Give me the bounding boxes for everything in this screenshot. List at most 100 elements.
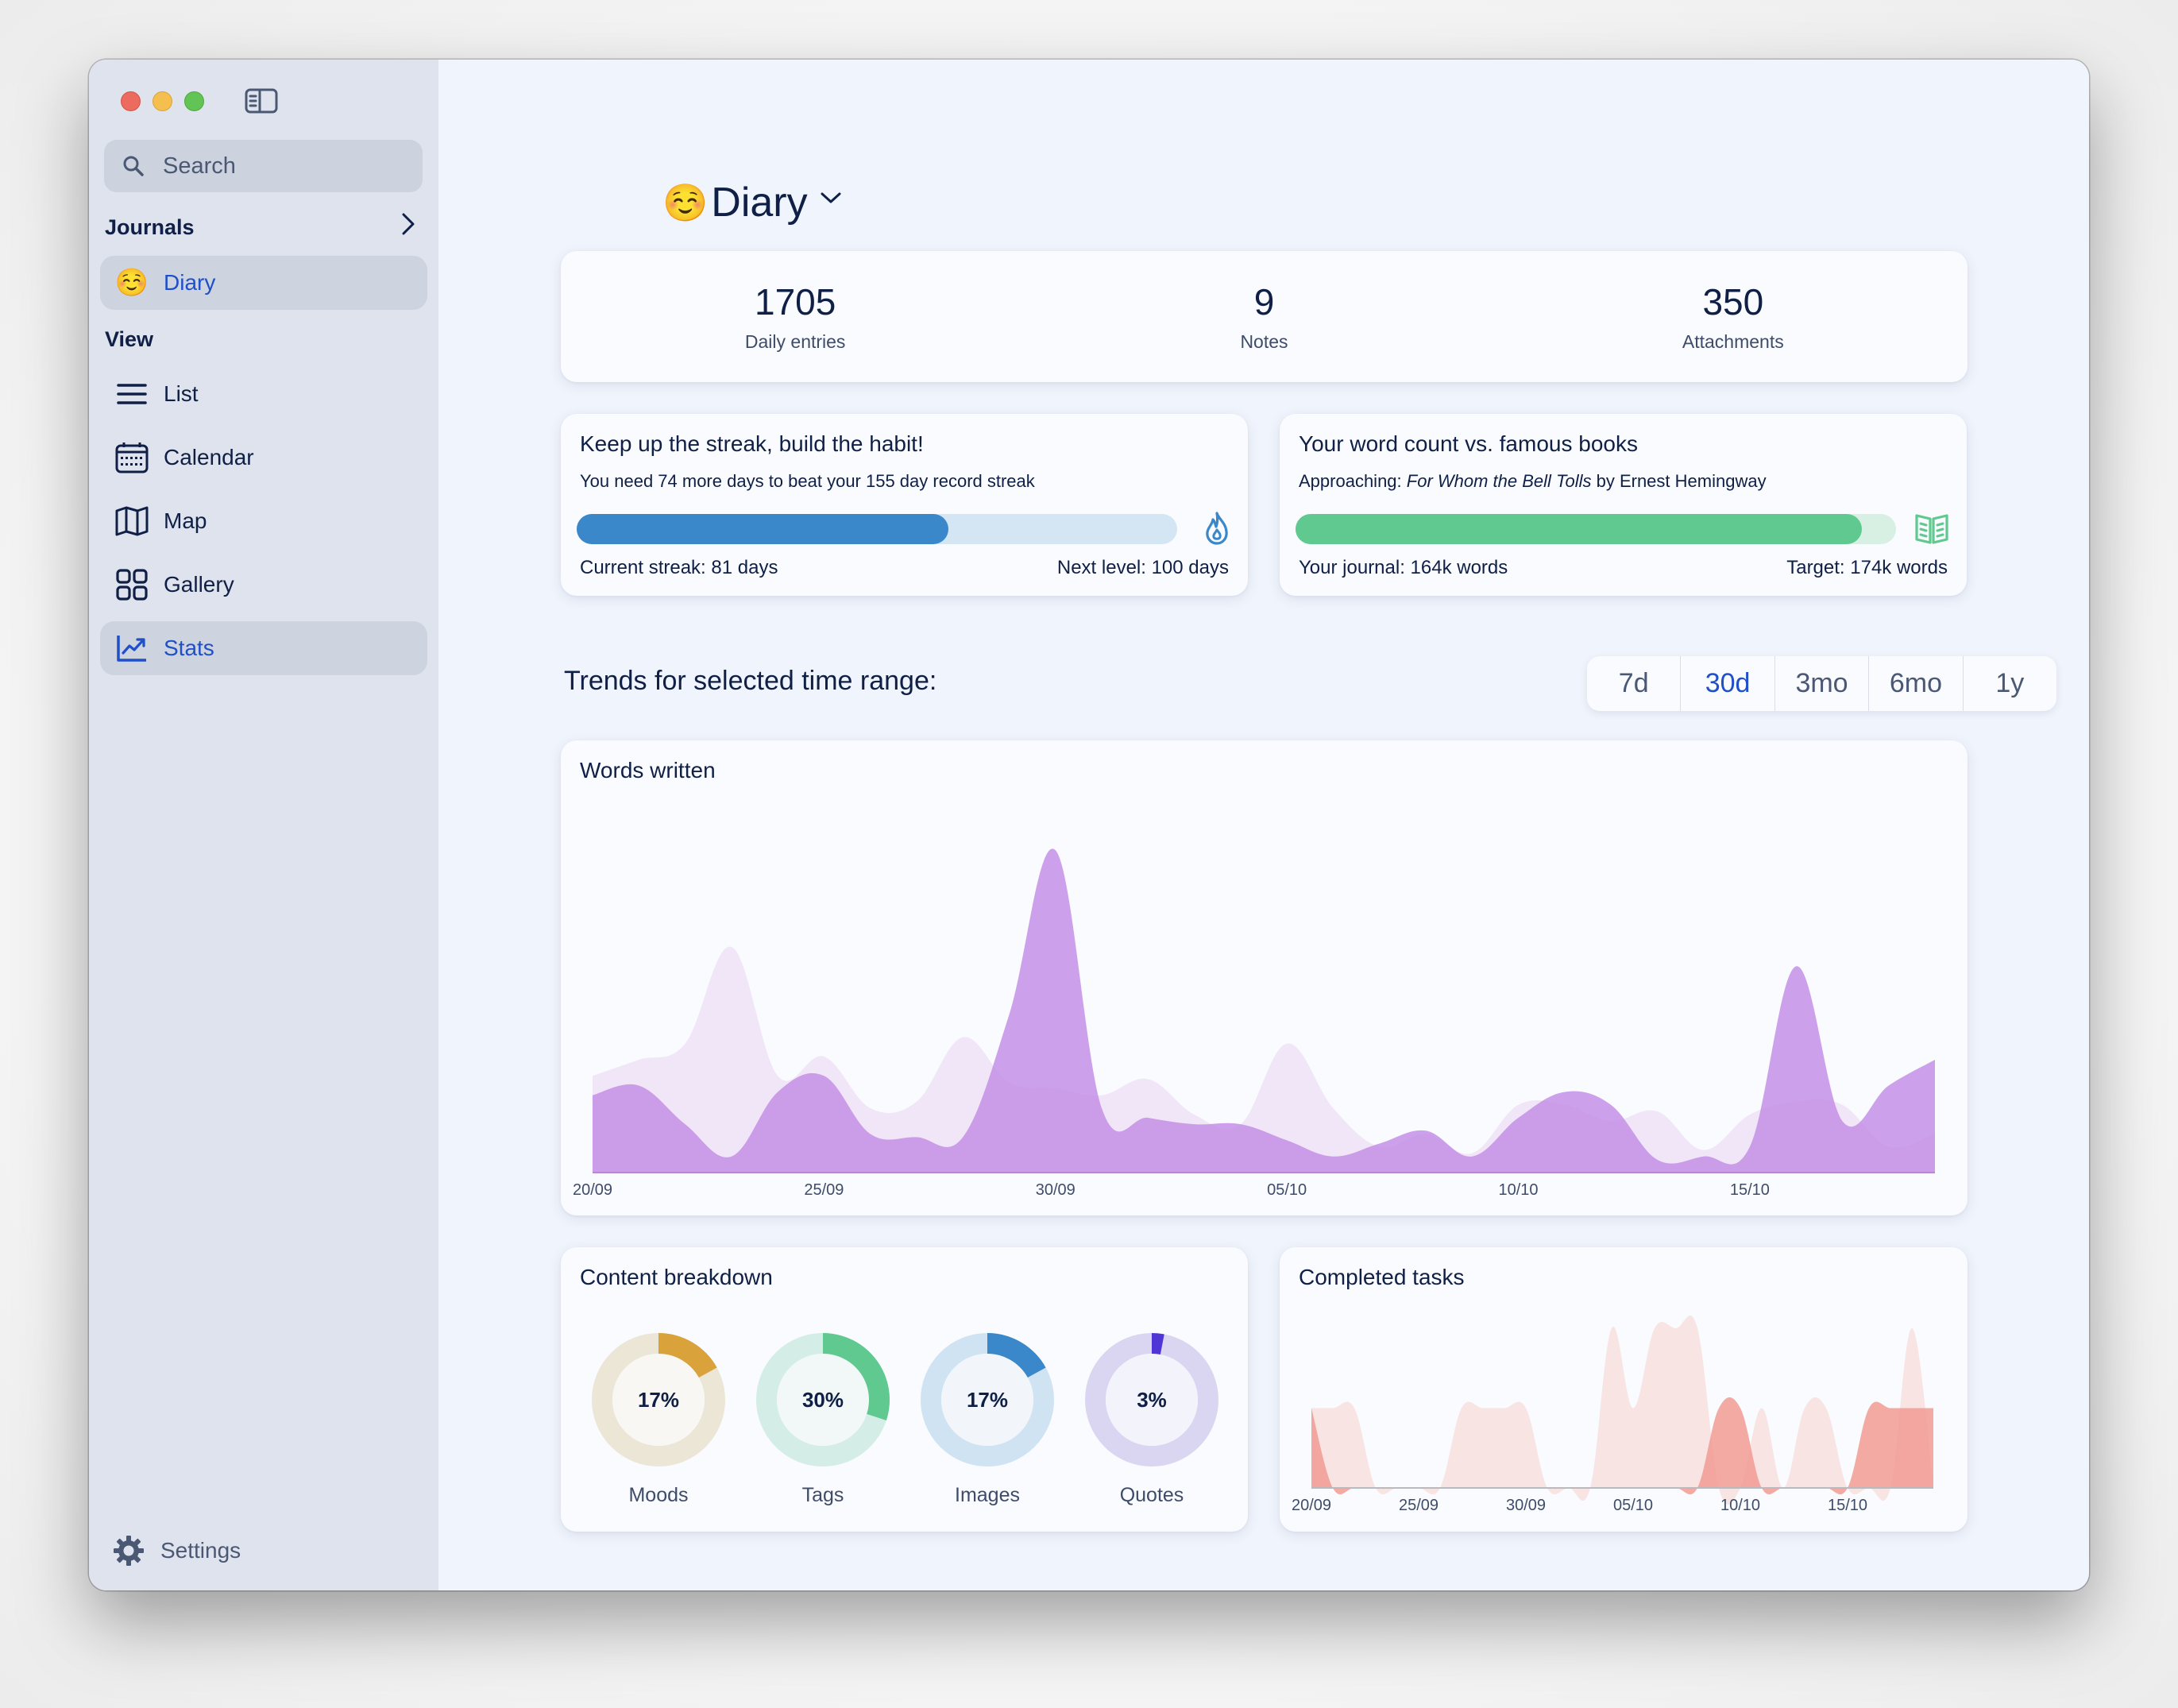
stat-label: Notes — [1240, 331, 1288, 352]
stats-chart-icon — [114, 631, 149, 666]
donut-quotes: 3% Quotes — [1085, 1333, 1218, 1506]
page-title: Diary — [711, 180, 808, 226]
range-3mo[interactable]: 3mo — [1774, 656, 1868, 711]
trends-label: Trends for selected time range: — [564, 666, 937, 696]
donut-images: 17% Images — [921, 1333, 1054, 1506]
content-breakdown-title: Content breakdown — [580, 1265, 773, 1289]
gear-icon — [114, 1536, 144, 1566]
sidebar-toggle-button[interactable] — [245, 88, 278, 114]
completed-tasks-title: Completed tasks — [1299, 1265, 1465, 1289]
book-title: For Whom the Bell Tolls — [1406, 471, 1592, 491]
stat-value: 1705 — [754, 281, 836, 323]
x-tick-label: 05/10 — [1613, 1497, 1653, 1514]
x-tick-label: 20/09 — [573, 1181, 612, 1199]
donut-percent-label: 17% — [967, 1388, 1008, 1412]
x-tick-label: 25/09 — [804, 1181, 844, 1199]
x-tick-label: 10/10 — [1498, 1181, 1538, 1199]
streak-title: Keep up the streak, build the habit! — [580, 431, 924, 456]
range-7d[interactable]: 7d — [1587, 656, 1680, 711]
word-count-subtitle: Approaching: For Whom the Bell Tolls by … — [1299, 471, 1767, 492]
sidebar-journal-diary[interactable]: ☺️ Diary — [100, 256, 427, 310]
smiling-face-emoji-icon: ☺️ — [114, 267, 149, 299]
stat-daily-entries: 1705 Daily entries — [561, 251, 1029, 382]
sidebar-item-map[interactable]: Map — [100, 494, 427, 548]
sidebar-item-calendar[interactable]: Calendar — [100, 431, 427, 485]
completed-tasks-card: 20/09 25/09 30/09 05/10 10/10 15/10 Completed… — [1280, 1247, 1968, 1532]
search-input[interactable] — [163, 153, 401, 180]
subtitle-prefix: Approaching: — [1299, 471, 1407, 491]
sidebar: Journals ☺️ Diary View List — [89, 60, 438, 1590]
streak-subtitle: You need 74 more days to beat your 155 d… — [580, 471, 1035, 491]
donut-category-label: Tags — [802, 1484, 844, 1506]
x-tick-label: 25/09 — [1399, 1497, 1438, 1514]
donut-percent-label: 30% — [802, 1388, 844, 1412]
word-count-progress-fill — [1296, 514, 1862, 544]
streak-progress-fill — [577, 514, 949, 544]
x-tick-label: 10/10 — [1720, 1497, 1760, 1514]
journals-expand-button[interactable] — [400, 212, 416, 240]
stat-label: Attachments — [1682, 331, 1784, 352]
journal-selector[interactable]: ☺️ Diary — [662, 179, 841, 226]
journal-label: Diary — [164, 270, 216, 295]
gallery-icon — [114, 567, 149, 602]
search-field[interactable] — [104, 140, 423, 192]
sidebar-item-stats[interactable]: Stats — [100, 621, 427, 675]
flame-icon — [1206, 512, 1228, 545]
open-book-icon — [1915, 514, 1948, 544]
minimize-window-button[interactable] — [153, 91, 172, 111]
close-window-button[interactable] — [121, 91, 141, 111]
streak-progress-bar — [577, 514, 1177, 544]
settings-label: Settings — [160, 1538, 241, 1563]
sidebar-item-list[interactable]: List — [100, 367, 427, 421]
area-series-previous — [1311, 1315, 1933, 1505]
x-tick-label: 20/09 — [1292, 1497, 1331, 1514]
x-tick-label: 30/09 — [1506, 1497, 1546, 1514]
donut-percent-label: 3% — [1137, 1388, 1167, 1412]
range-30d[interactable]: 30d — [1680, 656, 1774, 711]
stat-label: Daily entries — [744, 331, 846, 352]
stat-value: 350 — [1702, 281, 1764, 323]
x-tick-label: 15/10 — [1730, 1181, 1770, 1199]
sidebar-item-label: List — [164, 381, 199, 406]
words-written-card: 20/09 25/09 30/09 05/10 10/10 15/10 Words wri… — [561, 740, 1968, 1215]
donut-tags: 30% Tags — [756, 1333, 890, 1506]
x-tick-label: 15/10 — [1828, 1497, 1867, 1514]
calendar-icon — [114, 440, 149, 475]
donut-category-label: Images — [955, 1484, 1020, 1506]
words-written-title: Words written — [580, 758, 716, 783]
donut-category-label: Quotes — [1120, 1484, 1184, 1506]
next-level-label: Next level: 100 days — [1056, 557, 1229, 578]
list-icon — [114, 377, 149, 412]
range-1y[interactable]: 1y — [1962, 656, 2056, 711]
view-section-label: View — [105, 327, 154, 351]
sidebar-item-gallery[interactable]: Gallery — [100, 558, 427, 612]
sidebar-item-label: Map — [164, 508, 207, 533]
journal-words-label: Your journal: 164k words — [1299, 557, 1508, 578]
map-icon — [114, 504, 149, 539]
current-streak-label: Current streak: 81 days — [580, 557, 778, 578]
settings-button[interactable]: Settings — [113, 1535, 241, 1567]
stat-notes: 9 Notes — [1029, 251, 1498, 382]
book-author: by Ernest Hemingway — [1591, 471, 1767, 491]
sidebar-toggle-icon — [245, 88, 278, 114]
words-written-chart: 20/09 25/09 30/09 05/10 10/10 15/10 — [573, 848, 1935, 1199]
word-count-card: Your word count vs. famous books Approac… — [1280, 414, 1967, 596]
sidebar-item-label: Stats — [164, 636, 214, 660]
x-tick-label: 05/10 — [1267, 1181, 1307, 1199]
streak-card: Keep up the streak, build the habit! You… — [561, 414, 1248, 596]
word-count-progress-bar — [1296, 514, 1896, 544]
zoom-window-button[interactable] — [184, 91, 204, 111]
app-window: Journals ☺️ Diary View List — [89, 60, 2089, 1590]
donut-percent-label: 17% — [638, 1388, 679, 1412]
range-6mo[interactable]: 6mo — [1868, 656, 1962, 711]
target-words-label: Target: 174k words — [1786, 557, 1948, 578]
main-content: ☺️ Diary 1705 Daily entries 9 Notes 350 … — [438, 60, 2089, 1590]
chevron-right-icon — [402, 213, 415, 235]
stat-attachments: 350 Attachments — [1499, 251, 1968, 382]
chevron-down-icon — [821, 192, 841, 203]
x-tick-label: 30/09 — [1036, 1181, 1075, 1199]
time-range-selector: 7d 30d 3mo 6mo 1y — [1587, 656, 2056, 711]
stat-value: 9 — [1253, 281, 1275, 323]
content-breakdown-card: 17% Moods 30% Tags 17% Images 3% Quotes Content… — [561, 1247, 1248, 1532]
word-count-title: Your word count vs. famous books — [1299, 431, 1638, 456]
